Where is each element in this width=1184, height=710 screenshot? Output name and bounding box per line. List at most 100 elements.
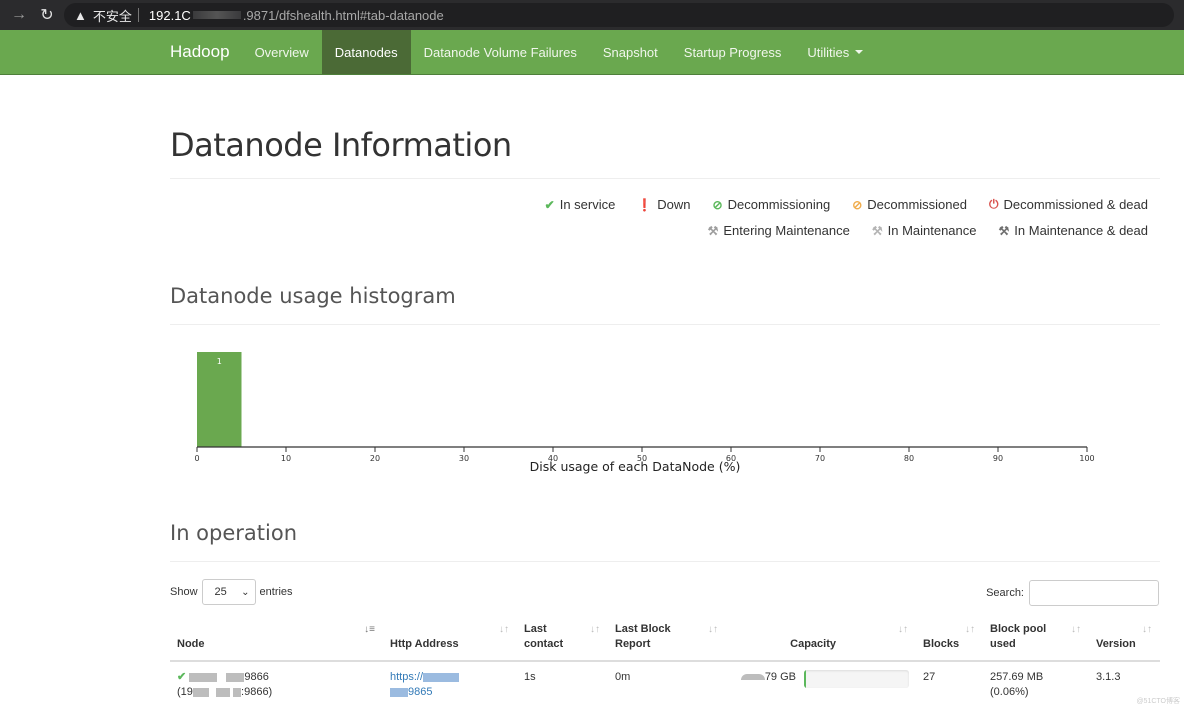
- table-header-row: Node ↓≡ Http Address ↓↑ Last contact ↓↑ Last…: [170, 618, 1160, 662]
- sort-icon[interactable]: ↓↑: [965, 622, 975, 637]
- sort-icon[interactable]: ↓↑: [1142, 622, 1152, 637]
- column-header-last-block-report[interactable]: Last Block Report ↓↑: [608, 618, 726, 662]
- status-legend-row-2: ⚒ Entering Maintenance ⚒ In Maintenance ⚒ In …: [686, 223, 1148, 238]
- nav-startup-progress[interactable]: Startup Progress: [671, 30, 795, 74]
- watermark: @51CTO博客: [1136, 698, 1180, 705]
- legend-item: ✔ In service: [545, 197, 616, 212]
- brand-link[interactable]: Hadoop: [158, 30, 242, 74]
- page-length-control: Show 25 ⌄ entries: [170, 579, 293, 605]
- legend-label: In Maintenance & dead: [1014, 223, 1148, 238]
- ban-circle-icon: ⊘: [852, 197, 863, 212]
- legend-item: ⚒ In Maintenance: [872, 223, 977, 238]
- nav-datanodes[interactable]: Datanodes: [321, 30, 411, 74]
- column-label: Last Block: [615, 623, 671, 635]
- redacted-text: [740, 674, 765, 681]
- sort-icon[interactable]: ↓↑: [708, 622, 718, 637]
- capacity-value: 79 GB: [764, 671, 796, 683]
- redacted-text: [390, 687, 408, 697]
- wrench-icon: ⚒: [871, 223, 883, 238]
- legend-item: ⊘ Decommissioning: [713, 197, 831, 212]
- security-label[interactable]: 不安全: [93, 6, 132, 25]
- column-header-blocks[interactable]: Blocks ↓↑: [916, 618, 983, 662]
- address-bar[interactable]: ▲ 不安全 192.1C .9871/dfshealth.html#tab-da…: [64, 3, 1174, 27]
- x-tick-label: 100: [1079, 454, 1094, 463]
- histogram-heading: Datanode usage histogram: [170, 284, 456, 308]
- nav-snapshot[interactable]: Snapshot: [590, 30, 671, 74]
- cell-blocks: 27: [923, 671, 936, 683]
- column-header-block-pool-used[interactable]: Block pool used ↓↑: [983, 618, 1089, 662]
- usage-histogram-chart: 10 10 20 30 40 50 60 70 80 90 100Disk usage of eac…: [194, 352, 1095, 474]
- legend-label: In service: [559, 197, 616, 212]
- in-operation-heading: In operation: [170, 521, 298, 545]
- column-header-version[interactable]: Version ↓↑: [1089, 618, 1160, 662]
- legend-item: ⏻ Decommissioned & dead: [989, 197, 1148, 212]
- chevron-down-icon: ⌄: [241, 586, 250, 598]
- legend-label: Decommissioning: [727, 197, 831, 212]
- nav-datanode-volume-failures[interactable]: Datanode Volume Failures: [411, 30, 590, 74]
- search-input[interactable]: [1029, 580, 1159, 606]
- x-tick-label: 30: [459, 454, 469, 463]
- sort-asc-icon[interactable]: ↓≡: [364, 622, 375, 637]
- legend-item: ⊘ Decommissioned: [852, 197, 967, 212]
- cell-last-contact: 1s: [524, 671, 536, 683]
- sort-icon[interactable]: ↓↑: [898, 622, 908, 637]
- url-path: .9871/dfshealth.html#tab-datanode: [242, 7, 444, 23]
- column-label: Blocks: [923, 638, 960, 650]
- top-navbar: Hadoop Overview Datanodes Datanode Volum…: [0, 30, 1184, 75]
- search-label: Search:: [986, 587, 1024, 599]
- page-title: Datanode Information: [170, 126, 512, 164]
- capacity-progress-fill: [804, 670, 807, 688]
- sort-icon[interactable]: ↓↑: [1071, 622, 1081, 637]
- legend-label: Entering Maintenance: [723, 223, 850, 238]
- x-tick-label: 90: [993, 454, 1003, 463]
- power-icon: ⏻: [988, 197, 999, 211]
- cell-node: ✔ 9866 (19 :9866): [170, 661, 383, 708]
- check-icon: ✔: [544, 197, 555, 212]
- histogram-divider: [170, 324, 1160, 325]
- column-label: contact: [524, 638, 564, 650]
- operation-divider: [170, 561, 1160, 562]
- column-header-capacity[interactable]: Capacity ↓↑: [726, 618, 916, 662]
- nav-overview[interactable]: Overview: [242, 30, 322, 74]
- sort-icon[interactable]: ↓↑: [499, 622, 509, 637]
- block-pool-used-value: 257.69 MB: [990, 671, 1044, 683]
- forward-arrow-icon[interactable]: →: [8, 6, 30, 24]
- reload-icon[interactable]: ↻: [36, 5, 58, 25]
- column-label: Node: [177, 638, 205, 650]
- legend-label: Decommissioned & dead: [1003, 197, 1148, 212]
- column-header-last-contact[interactable]: Last contact ↓↑: [517, 618, 608, 662]
- node-address-suffix: :9866): [241, 686, 273, 698]
- legend-label: In Maintenance: [887, 223, 977, 238]
- x-tick-label: 70: [815, 454, 825, 463]
- sort-icon[interactable]: ↓↑: [590, 622, 600, 637]
- column-label: used: [990, 638, 1016, 650]
- page-size-select[interactable]: 25 ⌄: [201, 579, 256, 605]
- x-tick-label: 80: [904, 454, 914, 463]
- redacted-text: [192, 687, 209, 697]
- ban-circle-icon: ⊘: [712, 197, 723, 212]
- wrench-icon: ⚒: [998, 223, 1010, 238]
- redacted-text: [189, 672, 218, 682]
- histogram-bar: [197, 352, 242, 447]
- browser-toolbar: → ↻ ▲ 不安全 192.1C .9871/dfshealth.html#ta…: [0, 0, 1184, 30]
- datanode-table: Node ↓≡ Http Address ↓↑ Last contact ↓↑ Last…: [170, 618, 1160, 708]
- legend-item: ⚒ Entering Maintenance: [708, 223, 850, 238]
- divider: [137, 8, 139, 22]
- column-header-node[interactable]: Node ↓≡: [170, 618, 383, 662]
- legend-item: ❗ Down: [637, 197, 690, 212]
- x-axis-label: Disk usage of each DataNode (%): [530, 459, 741, 474]
- url-host: 192.1C: [148, 7, 191, 23]
- column-header-http-address[interactable]: Http Address ↓↑: [383, 618, 517, 662]
- warning-icon[interactable]: ▲: [74, 8, 87, 23]
- search-control: Search:: [986, 580, 1159, 606]
- exclamation-circle-icon: ❗: [637, 197, 653, 212]
- nav-utilities-dropdown[interactable]: Utilities: [794, 30, 876, 74]
- x-tick-label: 10: [281, 454, 291, 463]
- cell-last-block-report: 0m: [615, 671, 631, 683]
- cell-capacity: 79 GB: [726, 661, 916, 708]
- column-label: Capacity: [790, 638, 836, 650]
- wrench-icon: ⚒: [707, 223, 719, 238]
- legend-label: Down: [657, 197, 691, 212]
- http-address-link[interactable]: https:// 9865: [390, 671, 460, 698]
- redacted-text: [423, 672, 460, 682]
